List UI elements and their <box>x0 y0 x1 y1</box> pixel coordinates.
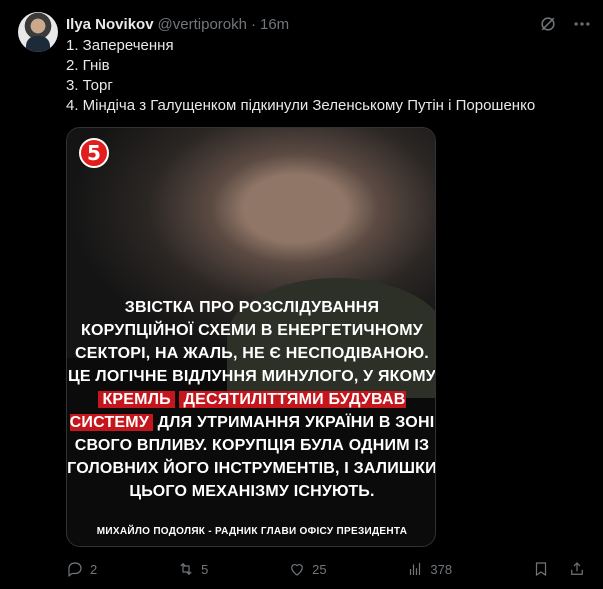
share-icon <box>571 562 583 575</box>
tweet-line: 2. Гнів <box>66 57 110 74</box>
quote-part: Звістка про розслідування корупційної сх… <box>68 299 436 385</box>
timestamp[interactable]: 16m <box>260 16 289 33</box>
tweet-line: 3. Торг <box>66 77 113 94</box>
tweet-line: 4. Міндіча з Галущенком підкинули Зеленс… <box>66 97 536 114</box>
quote-credit: МИХАЙЛО ПОДОЛЯК - РАДНИК ГЛАВИ ОФІСУ ПРЕ… <box>96 526 408 537</box>
reply-count: 2 <box>90 561 98 577</box>
share-button[interactable] <box>568 560 586 578</box>
action-bar: 2 5 25 378 <box>66 560 586 578</box>
repost-button[interactable]: 5 <box>177 560 208 578</box>
top-actions <box>538 14 592 39</box>
channel-logo: 5 <box>79 138 109 168</box>
bookmark-button[interactable] <box>532 560 550 578</box>
like-count: 25 <box>312 561 327 577</box>
tweet-text: 1. Заперечення 2. Гнів 3. Торг 4. Міндіч… <box>66 36 535 116</box>
tweet: Ilya Novikov @vertiporokh · 16m 1. Запер… <box>0 0 603 589</box>
analytics-icon <box>410 563 421 575</box>
heart-icon <box>291 564 303 576</box>
repost-count: 5 <box>201 561 209 577</box>
author-name[interactable]: Ilya Novikov <box>66 16 154 33</box>
quote-highlight: Кремль <box>98 391 175 408</box>
like-button[interactable]: 25 <box>288 560 327 578</box>
tweet-header: Ilya Novikov @vertiporokh · 16m <box>66 14 289 34</box>
views-count: 378 <box>430 561 453 577</box>
reply-icon <box>68 562 82 577</box>
secondary-actions <box>532 560 586 578</box>
quote-text: Звістка про розслідування корупційної сх… <box>67 296 436 503</box>
more-icon[interactable] <box>572 14 592 39</box>
grok-icon[interactable] <box>538 14 558 39</box>
tweet-image[interactable]: 5 Звістка про розслідування корупційної … <box>66 127 436 547</box>
separator: · <box>250 15 256 33</box>
tweet-line: 1. Заперечення <box>66 37 174 54</box>
views-button[interactable]: 378 <box>406 560 452 578</box>
reply-button[interactable]: 2 <box>66 560 97 578</box>
author-handle[interactable]: @vertiporokh <box>158 16 247 33</box>
repost-icon <box>180 562 192 576</box>
avatar[interactable] <box>18 12 58 52</box>
bookmark-icon <box>535 562 547 577</box>
